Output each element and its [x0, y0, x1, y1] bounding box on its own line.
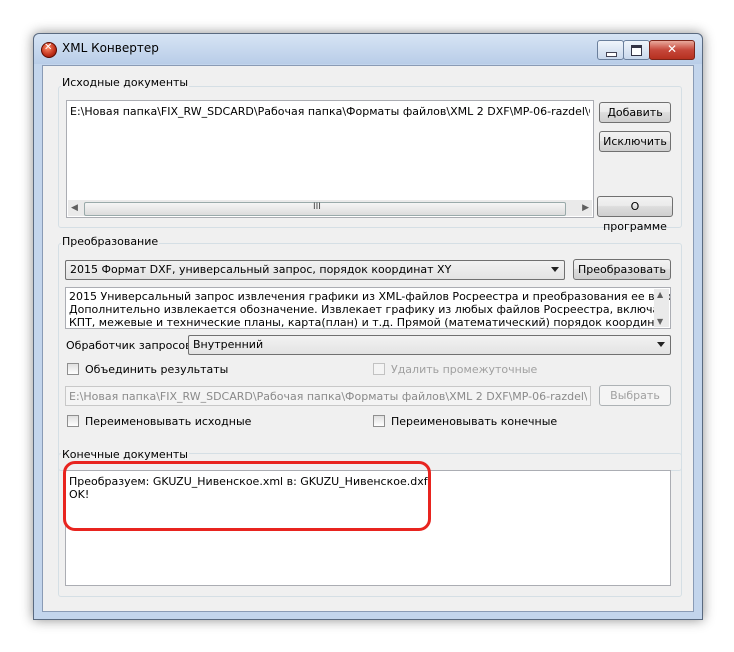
close-button[interactable]: ✕: [649, 40, 695, 60]
add-button[interactable]: Добавить: [599, 102, 671, 123]
conversion-label: Преобразование: [61, 235, 160, 248]
description-vscrollbar[interactable]: ▲ ▼: [654, 289, 669, 327]
description-line-2: Дополнительно извлекается обозначение. И…: [69, 303, 671, 316]
close-icon: ✕: [666, 42, 678, 56]
format-description[interactable]: 2015 Универсальный запрос извлечения гра…: [65, 287, 671, 329]
scroll-down-icon[interactable]: ▼: [657, 317, 663, 326]
exclude-button[interactable]: Исключить: [599, 131, 671, 152]
scroll-left-icon[interactable]: ◀: [71, 203, 78, 213]
merge-results-checkbox[interactable]: [67, 363, 79, 375]
delete-temp-checkbox[interactable]: [373, 363, 385, 375]
description-line-3: КПТ, межевые и технические планы, карта(…: [69, 316, 671, 329]
window-title: XML Конвертер: [62, 41, 159, 55]
format-select[interactable]: 2015 Формат DXF, универсальный запрос, п…: [65, 260, 565, 280]
scroll-thumb[interactable]: III: [84, 202, 566, 216]
format-selected: 2015 Формат DXF, универсальный запрос, п…: [70, 263, 452, 276]
result-path-field[interactable]: E:\Новая папка\FIX_RW_SDCARD\Рабочая пап…: [65, 386, 591, 406]
rename-source-checkbox[interactable]: [67, 415, 79, 427]
rename-source-label[interactable]: Переименовывать исходные: [85, 415, 251, 428]
app-icon: [41, 42, 57, 58]
minimize-icon: [606, 52, 617, 57]
scroll-up-icon[interactable]: ▲: [657, 290, 663, 299]
description-line-1: 2015 Универсальный запрос извлечения гра…: [69, 290, 671, 303]
delete-temp-label[interactable]: Удалить промежуточные: [391, 363, 537, 376]
scroll-grip: III: [313, 202, 321, 212]
rename-target-label[interactable]: Переименовывать конечные: [391, 415, 557, 428]
app-window: XML Конвертер ✕ Исходные документы E:\Но…: [33, 33, 703, 620]
source-docs-hscrollbar[interactable]: ◀ III ▶: [68, 200, 592, 216]
source-docs-label: Исходные документы: [61, 76, 190, 89]
minimize-button[interactable]: [597, 40, 624, 60]
about-button[interactable]: О программе: [597, 196, 673, 233]
rename-target-checkbox[interactable]: [373, 415, 385, 427]
chevron-down-icon: [551, 267, 559, 272]
handler-label: Обработчик запросов:: [66, 339, 196, 352]
convert-button[interactable]: Преобразовать: [573, 259, 671, 280]
choose-button[interactable]: Выбрать: [599, 385, 671, 406]
target-docs-label: Конечные документы: [61, 448, 189, 461]
handler-select[interactable]: Внутренний: [188, 335, 671, 355]
source-docs-list[interactable]: E:\Новая папка\FIX_RW_SDCARD\Рабочая пап…: [66, 100, 594, 218]
source-doc-path[interactable]: E:\Новая папка\FIX_RW_SDCARD\Рабочая пап…: [70, 105, 590, 118]
maximize-icon: [631, 45, 642, 56]
merge-results-label[interactable]: Объединить результаты: [85, 363, 228, 376]
scroll-right-icon[interactable]: ▶: [582, 203, 589, 213]
title-bar[interactable]: XML Конвертер ✕: [34, 34, 702, 64]
result-path: E:\Новая папка\FIX_RW_SDCARD\Рабочая пап…: [69, 390, 587, 403]
handler-selected: Внутренний: [193, 338, 264, 351]
highlight-box: [63, 461, 431, 531]
maximize-button[interactable]: [623, 40, 650, 60]
chevron-down-icon: [657, 342, 665, 347]
